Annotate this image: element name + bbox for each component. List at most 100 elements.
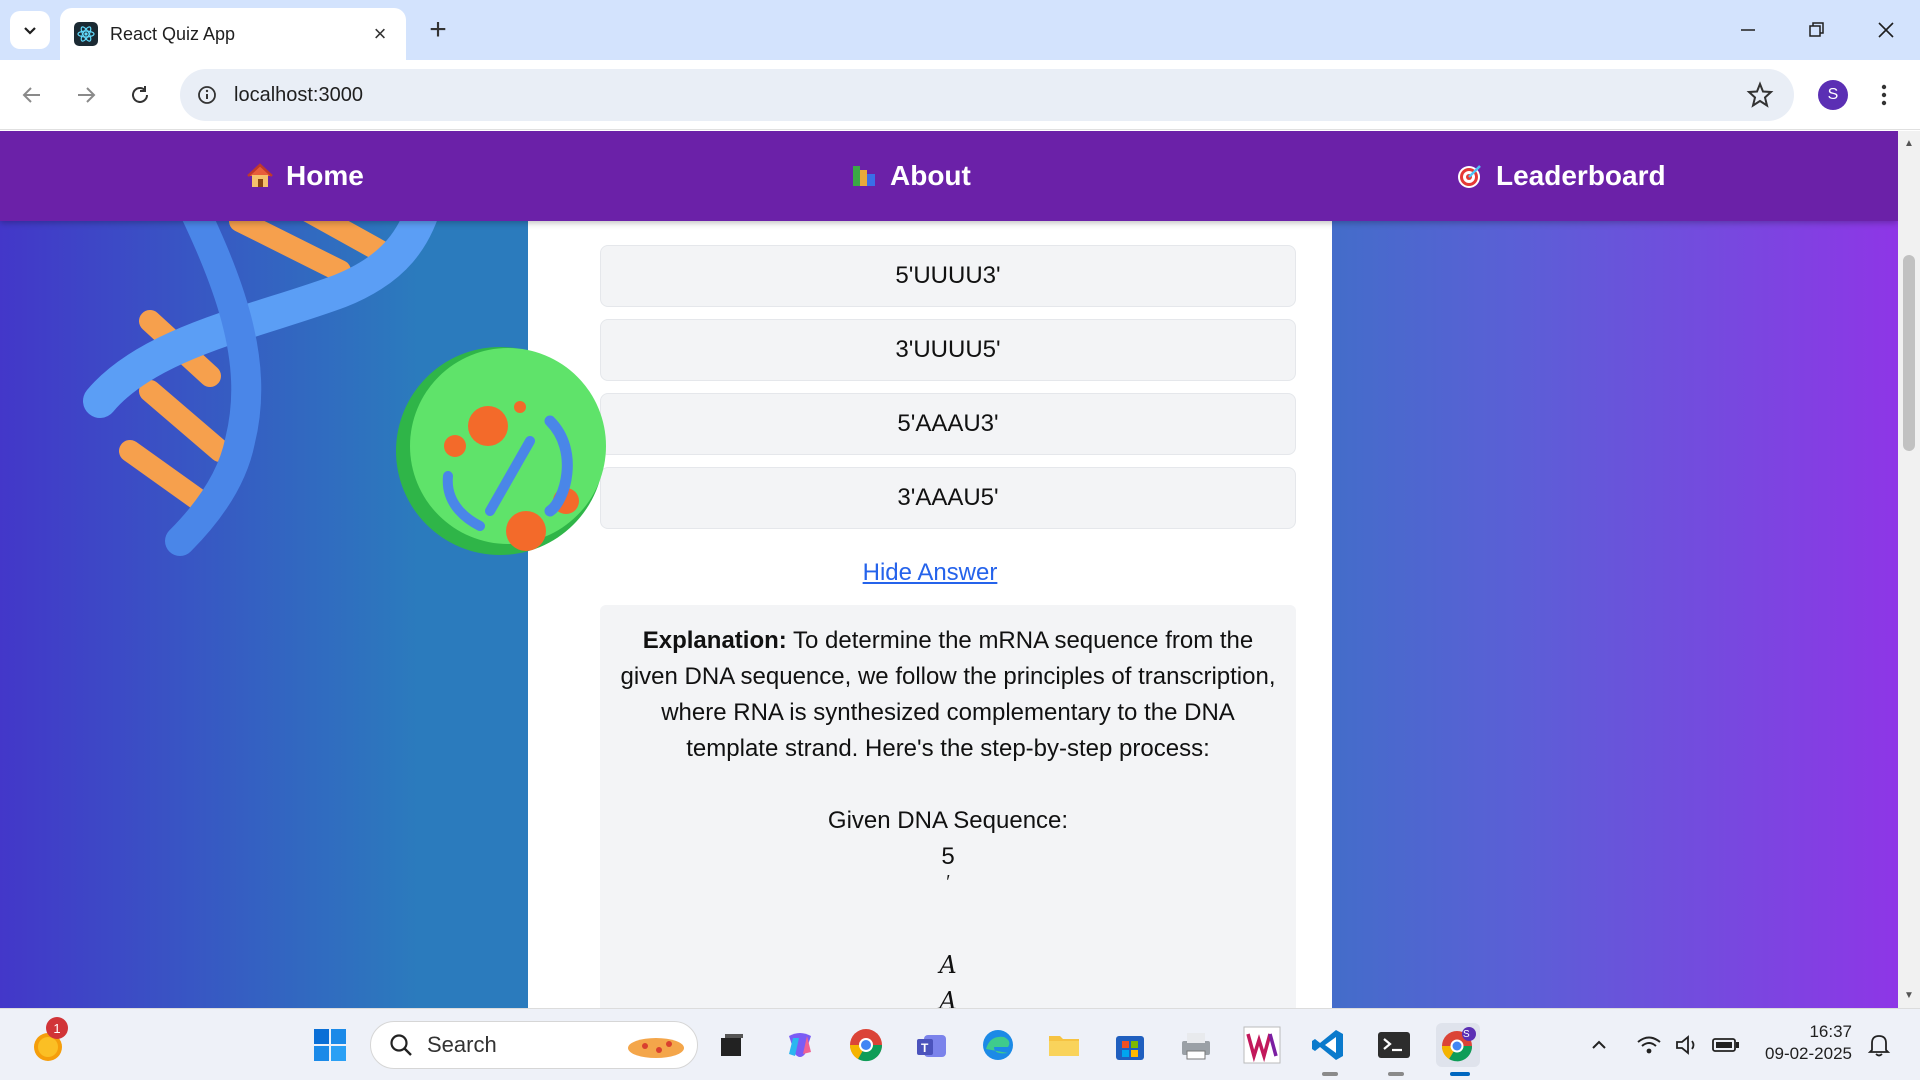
more-menu-icon[interactable] [1872, 78, 1896, 112]
math-line: A [939, 987, 957, 1008]
books-icon [853, 166, 875, 186]
wifi-icon [1637, 1036, 1661, 1054]
new-tab-button[interactable]: + [422, 13, 454, 46]
notification-center-button[interactable] [1862, 1023, 1896, 1067]
store-icon [1116, 1036, 1144, 1060]
printer-icon [1182, 1033, 1210, 1060]
taskbar-search[interactable]: Search [370, 1021, 698, 1069]
running-indicator [1322, 1072, 1338, 1076]
volume-icon [1676, 1035, 1695, 1055]
react-icon [74, 22, 98, 46]
vscode-icon [1312, 1030, 1343, 1060]
site-navbar: Home About Leaderboard [0, 131, 1898, 221]
restore-button[interactable] [1796, 12, 1836, 48]
store-button[interactable] [1108, 1023, 1152, 1067]
forward-button[interactable] [68, 77, 104, 113]
url-text: localhost:3000 [234, 83, 363, 106]
show-hidden-icons-button[interactable] [1584, 1023, 1614, 1067]
answer-option[interactable]: 3'AAAU5' [600, 467, 1296, 529]
task-view-icon [721, 1034, 743, 1056]
site-info-icon[interactable] [194, 82, 220, 108]
nav-leaderboard[interactable]: Leaderboard [1456, 131, 1666, 221]
teams-icon: T [917, 1035, 946, 1057]
answer-option[interactable]: 5'UUUU3' [600, 245, 1296, 307]
explanation-box: Explanation: To determine the mRNA seque… [600, 605, 1296, 1008]
tab-title: React Quiz App [110, 23, 236, 44]
page-scrollbar[interactable]: ▲ ▼ [1898, 131, 1920, 1008]
search-icon [390, 1034, 412, 1056]
battery-button[interactable] [1708, 1023, 1744, 1067]
browser-tab-active[interactable]: React Quiz App × [60, 8, 406, 60]
clock-time: 16:37 [1809, 1022, 1852, 1041]
chrome-icon [849, 1029, 883, 1062]
vscode-button[interactable] [1306, 1023, 1350, 1067]
close-icon [1878, 22, 1894, 38]
arrow-right-icon [78, 87, 96, 103]
windows-taskbar: 1 Search T S 16:37 09-02-2025 [0, 1008, 1920, 1080]
clock-date: 09-02-2025 [1765, 1044, 1852, 1063]
scroll-up-icon[interactable]: ▲ [1903, 137, 1915, 149]
tab-search-button[interactable] [10, 11, 50, 49]
task-view-button[interactable] [710, 1023, 754, 1067]
address-bar[interactable]: localhost:3000 [180, 69, 1794, 121]
chevron-down-icon [24, 27, 36, 35]
browser-toolbar: localhost:3000 S [0, 60, 1920, 130]
minimize-button[interactable] [1728, 12, 1768, 48]
copilot-icon [789, 1033, 811, 1057]
house-icon [247, 163, 273, 187]
bookmark-star-icon[interactable] [1746, 81, 1774, 109]
pizza-icon [628, 1038, 684, 1058]
chrome-profile-initial: S [1463, 1029, 1470, 1040]
chevron-up-icon [1592, 1040, 1606, 1049]
copilot-button[interactable] [778, 1023, 822, 1067]
scroll-thumb[interactable] [1903, 255, 1915, 451]
math-line: A [939, 951, 957, 979]
scroll-down-icon[interactable]: ▼ [1903, 989, 1915, 1001]
start-button[interactable] [308, 1023, 352, 1067]
page-viewport: Home About Leaderboard 5'UUUU3' 3'UUUU5'… [0, 131, 1898, 1008]
target-icon [1458, 165, 1481, 188]
chrome-taskbar-button[interactable] [844, 1023, 888, 1067]
browser-tabstrip: React Quiz App × + [0, 0, 1920, 60]
notification-badge: 1 [46, 1017, 68, 1039]
answer-option[interactable]: 5'AAAU3' [600, 393, 1296, 455]
running-indicator [1388, 1072, 1404, 1076]
hide-answer-link[interactable]: Hide Answer [528, 559, 1332, 587]
terminal-button[interactable] [1372, 1023, 1416, 1067]
folder-icon [1049, 1036, 1079, 1056]
reload-button[interactable] [122, 77, 158, 113]
chrome-active-button[interactable]: S [1436, 1023, 1480, 1067]
back-button[interactable] [14, 77, 50, 113]
edge-button[interactable] [976, 1023, 1020, 1067]
restore-icon [1809, 22, 1824, 37]
volume-button[interactable] [1670, 1023, 1704, 1067]
quiz-card: 5'UUUU3' 3'UUUU5' 5'AAAU3' 3'AAAU5' Hide… [528, 221, 1332, 1008]
nav-home-label: Home [286, 160, 364, 191]
nav-home[interactable]: Home [246, 131, 364, 221]
active-indicator [1450, 1072, 1470, 1076]
math-line: ′ [946, 872, 950, 892]
w-app-icon [1243, 1026, 1281, 1064]
answer-option[interactable]: 3'UUUU5' [600, 319, 1296, 381]
profile-avatar[interactable]: S [1818, 80, 1848, 110]
tab-close-icon[interactable]: × [368, 21, 392, 46]
clock[interactable]: 16:37 09-02-2025 [1752, 1021, 1852, 1065]
word-app-button[interactable] [1240, 1023, 1284, 1067]
edge-icon [983, 1030, 1013, 1060]
explanation-label: Explanation: [642, 627, 787, 654]
bell-icon [1867, 1035, 1891, 1057]
nav-about-label: About [890, 160, 971, 191]
file-explorer-button[interactable] [1042, 1023, 1086, 1067]
arrow-left-icon [22, 87, 40, 103]
dna-illustration [83, 201, 606, 556]
nav-leaderboard-label: Leaderboard [1496, 160, 1666, 191]
chrome-profile-icon [1441, 1027, 1476, 1062]
teams-button[interactable]: T [910, 1023, 954, 1067]
wifi-button[interactable] [1632, 1023, 1666, 1067]
svg-text:T: T [921, 1041, 929, 1055]
math-line: 5 [941, 843, 955, 870]
windows-icon [314, 1029, 346, 1061]
printer-app-button[interactable] [1174, 1023, 1218, 1067]
close-window-button[interactable] [1866, 12, 1906, 48]
nav-about[interactable]: About [850, 131, 971, 221]
